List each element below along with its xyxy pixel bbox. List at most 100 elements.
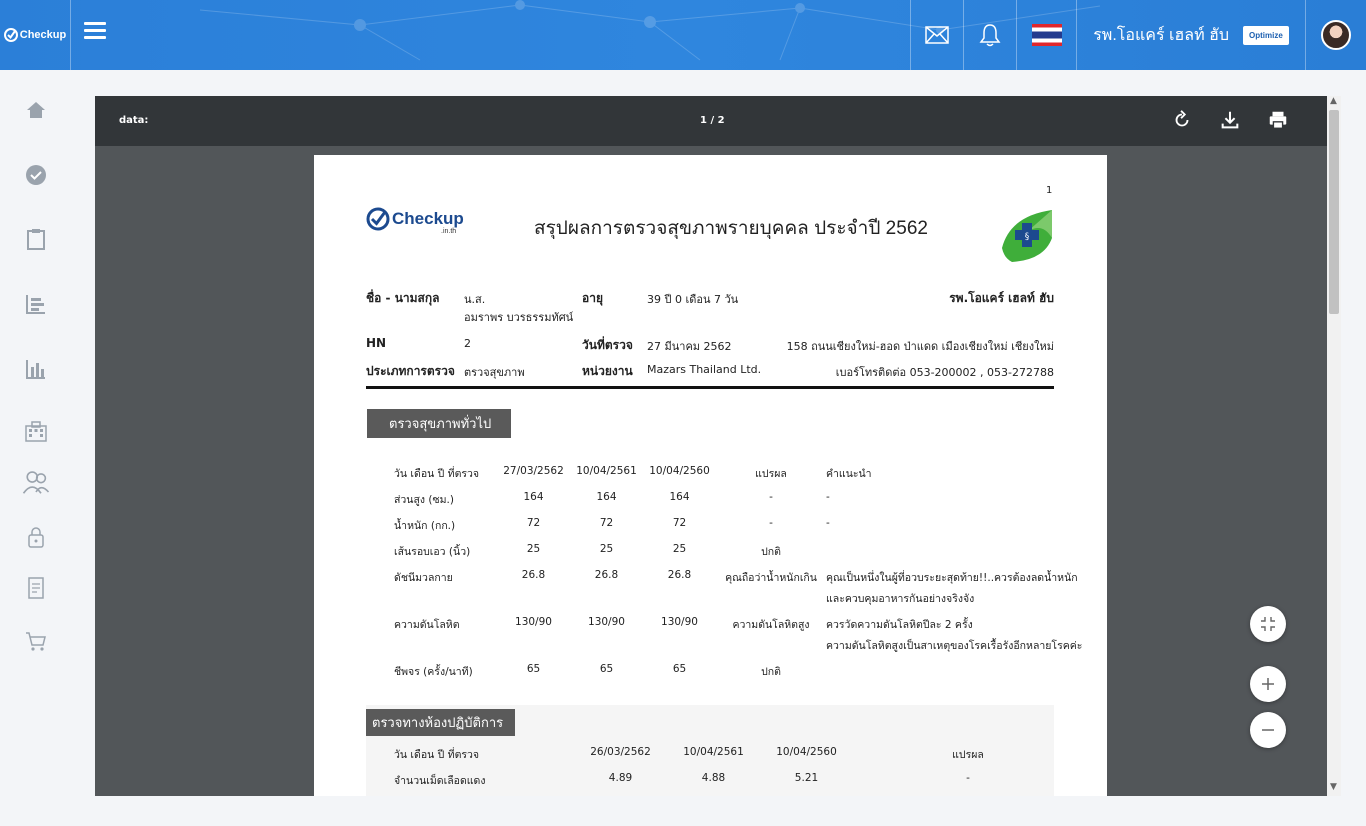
general-table-body: วัน เดือน ปี ที่ตรวจ 27/03/2562 10/04/2561… xyxy=(394,465,1082,689)
exam-type-label: ประเภทการตรวจ xyxy=(366,364,455,378)
table-cell xyxy=(570,590,643,616)
sidebar-item-check[interactable] xyxy=(20,159,52,191)
sidebar xyxy=(0,70,71,826)
general-section-label: ตรวจสุขภาพทั่วไป xyxy=(389,417,492,432)
viewer-title: data: xyxy=(119,115,149,126)
clipboard-icon xyxy=(27,229,45,250)
sidebar-item-cart[interactable] xyxy=(20,625,52,657)
table-cell: ความดันโลหิตสูง xyxy=(732,619,810,631)
print-icon[interactable] xyxy=(1267,109,1289,131)
unit-value: Mazars Thailand Ltd. xyxy=(647,363,762,376)
sidebar-item-lock[interactable] xyxy=(20,521,52,553)
users-icon xyxy=(22,471,50,494)
page-number: 1 xyxy=(1046,185,1053,196)
hospital-selector[interactable]: รพ.โอแคร์ เฮลท์ ฮับ Optimize xyxy=(1076,0,1305,70)
table-cell: 65 xyxy=(599,663,614,675)
table-cell xyxy=(497,590,570,616)
table-row: ความดันโลหิต 130/90 130/90 130/90 ความดันโลห… xyxy=(394,616,1082,637)
hn-label: HN xyxy=(366,336,387,350)
scroll-up-icon[interactable]: ▲ xyxy=(1330,96,1338,106)
language-button[interactable] xyxy=(1016,0,1076,70)
viewer-toolbar: data: 1 / 2 xyxy=(95,96,1327,146)
table-cell: 164 xyxy=(523,491,544,503)
table-row: ดัชนีมวลกาย 26.8 26.8 26.8 คุณถือว่าน้ำหนักเ… xyxy=(394,569,1082,590)
name-value: อมราพร บวรธรรมทัศน์ xyxy=(464,311,574,324)
table-cell: 4.89 xyxy=(608,772,633,784)
unit-label: หน่วยงาน xyxy=(582,364,633,378)
table-header-cell: วัน เดือน ปี ที่ตรวจ xyxy=(394,468,480,480)
viewer-scrollbar[interactable]: ▲ ▼ xyxy=(1327,96,1341,796)
table-cell xyxy=(394,590,497,616)
table-cell: ความดันโลหิต xyxy=(394,619,460,631)
table-row: จำนวนเม็ดเลือดแดง 4.89 4.88 5.21 - xyxy=(394,772,1083,796)
list-chart-icon xyxy=(26,295,45,314)
general-results-table: วัน เดือน ปี ที่ตรวจ 27/03/2562 10/04/2561… xyxy=(394,465,1082,689)
sidebar-item-building[interactable] xyxy=(20,416,52,448)
top-bar: Checkup รพ.โอแคร์ เฮลท์ ฮับ Optimize xyxy=(0,0,1366,70)
exam-date-value: 27 มีนาคม 2562 xyxy=(647,340,732,353)
table-row: ความดันโลหิตสูงเป็นสาเหตุของโรคเรื้อรังอ… xyxy=(394,637,1082,663)
table-cell xyxy=(394,637,497,663)
sidebar-item-home[interactable] xyxy=(20,94,52,126)
hospital-phone: เบอร์โทรติดต่อ 053-200002 , 053-272788 xyxy=(835,366,1054,379)
zoom-out-button[interactable] xyxy=(1250,712,1286,748)
partner-logo: Optimize xyxy=(1243,25,1289,45)
table-cell: เส้นรอบเอว (นิ้ว) xyxy=(394,546,471,558)
zoom-in-icon xyxy=(1262,678,1274,690)
table-cell: ควรวัดความดันโลหิตปีละ 2 ครั้ง xyxy=(826,619,973,631)
table-cell: 25 xyxy=(599,543,614,555)
table-header-cell: 10/04/2561 xyxy=(683,746,744,758)
table-cell: ปกติ xyxy=(761,666,781,678)
cart-icon xyxy=(26,632,46,651)
sidebar-item-clipboard[interactable] xyxy=(20,223,52,255)
mail-button[interactable] xyxy=(910,0,963,70)
sidebar-item-document[interactable] xyxy=(20,572,52,604)
mail-icon xyxy=(925,26,949,44)
rotate-icon[interactable] xyxy=(1171,109,1193,131)
check-logo-icon xyxy=(366,207,390,231)
report-title: สรุปผลการตรวจสุขภาพรายบุคคล ประจำปี 2562 xyxy=(534,218,928,239)
table-header-cell: 10/04/2560 xyxy=(776,746,837,758)
table-row: ชีพจร (ครั้ง/นาที) 65 65 65 ปกติ xyxy=(394,663,1082,689)
table-cell: 26.8 xyxy=(667,569,692,581)
table-header-cell: วัน เดือน ปี ที่ตรวจ xyxy=(394,749,480,761)
fit-screen-icon xyxy=(1261,617,1275,631)
table-cell xyxy=(716,637,826,663)
lab-section-title: ตรวจทางห้องปฏิบัติการ xyxy=(366,709,515,736)
sidebar-item-bar-chart[interactable] xyxy=(20,353,52,385)
age-label: อายุ xyxy=(582,291,603,305)
report-logo: Checkup .in.th xyxy=(366,207,464,235)
table-cell: น้ำหนัก (กก.) xyxy=(394,520,456,532)
report-logo-text: Checkup xyxy=(392,209,464,228)
sidebar-item-users[interactable] xyxy=(20,466,52,498)
table-cell: จำนวนเม็ดเลือดแดง xyxy=(394,775,486,787)
table-cell xyxy=(826,663,1082,689)
table-cell xyxy=(716,590,826,616)
download-icon[interactable] xyxy=(1219,109,1241,131)
table-header-cell: 27/03/2562 xyxy=(503,465,564,477)
table-cell: 25 xyxy=(526,543,541,555)
brand-logo[interactable]: Checkup xyxy=(0,0,71,70)
table-cell: 164 xyxy=(596,491,617,503)
scroll-down-icon[interactable]: ▼ xyxy=(1330,782,1338,792)
avatar xyxy=(1321,20,1351,50)
table-cell: คุณถือว่าน้ำหนักเกิน xyxy=(725,572,817,584)
table-header-cell: 10/04/2560 xyxy=(649,465,710,477)
notification-button[interactable] xyxy=(963,0,1016,70)
scrollbar-thumb[interactable] xyxy=(1329,110,1339,314)
menu-toggle-button[interactable] xyxy=(84,22,106,44)
table-cell: 130/90 xyxy=(661,616,698,628)
lab-section-label: ตรวจทางห้องปฏิบัติการ xyxy=(372,716,504,731)
bell-icon xyxy=(979,24,1001,47)
zoom-in-button[interactable] xyxy=(1250,666,1286,702)
building-icon xyxy=(25,421,47,442)
fit-screen-button[interactable] xyxy=(1250,606,1286,642)
table-header-cell: 10/04/2561 xyxy=(576,465,637,477)
sidebar-item-list-chart[interactable] xyxy=(20,288,52,320)
table-cell: 130/90 xyxy=(515,616,552,628)
table-cell: 26.8 xyxy=(594,569,619,581)
hospital-address: 158 ถนนเชียงใหม่-ฮอด ป่าแดด เมืองเชียงให… xyxy=(786,340,1054,353)
hospital-emblem-icon: § xyxy=(1002,210,1052,262)
user-menu-button[interactable] xyxy=(1305,0,1366,70)
hospital-name: รพ.โอแคร์ เฮลท์ ฮับ xyxy=(1093,26,1229,44)
